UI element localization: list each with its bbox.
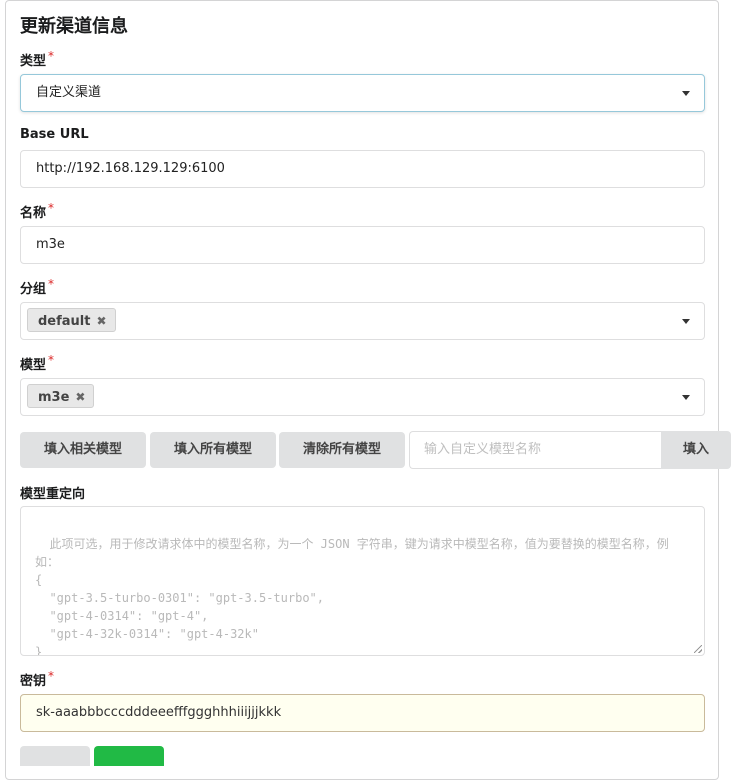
fill-custom-model-button[interactable]: 填入 xyxy=(661,431,731,469)
close-icon[interactable]: ✖ xyxy=(75,385,85,409)
key-input[interactable]: sk-aaabbbcccdddeeefffggghhhiiijjjkkk xyxy=(20,694,705,732)
required-mark: * xyxy=(48,353,55,367)
chevron-down-icon xyxy=(682,91,690,96)
type-select-value: 自定义渠道 xyxy=(36,85,102,100)
required-mark: * xyxy=(48,201,55,215)
group-multiselect[interactable]: default ✖ xyxy=(20,302,705,340)
base-url-input[interactable]: http://192.168.129.129:6100 xyxy=(20,150,705,188)
group-chip-label: default xyxy=(38,314,91,329)
close-icon[interactable]: ✖ xyxy=(96,309,106,333)
model-mapping-placeholder: 此项可选，用于修改请求体中的模型名称，为一个 JSON 字符串，键为请求中模型名… xyxy=(35,537,669,656)
type-label: 类型 * xyxy=(20,49,55,69)
base-url-label: Base URL xyxy=(20,127,89,142)
clear-all-models-button[interactable]: 清除所有模型 xyxy=(279,432,405,468)
key-label: 密钥 * xyxy=(20,669,55,689)
fill-related-models-button[interactable]: 填入相关模型 xyxy=(20,432,146,468)
fill-all-models-button[interactable]: 填入所有模型 xyxy=(150,432,276,468)
name-input[interactable]: m3e xyxy=(20,226,705,264)
custom-model-input[interactable]: 输入自定义模型名称 xyxy=(409,431,662,469)
cancel-button[interactable] xyxy=(20,746,90,766)
chevron-down-icon xyxy=(682,319,690,324)
group-label: 分组 * xyxy=(20,277,55,297)
model-chip[interactable]: m3e ✖ xyxy=(27,384,95,409)
model-mapping-textarea[interactable]: 此项可选，用于修改请求体中的模型名称，为一个 JSON 字符串，键为请求中模型名… xyxy=(20,506,705,656)
resize-handle-icon[interactable] xyxy=(694,645,702,653)
name-label: 名称 * xyxy=(20,201,55,221)
model-multiselect[interactable]: m3e ✖ xyxy=(20,378,705,416)
required-mark: * xyxy=(48,49,55,63)
required-mark: * xyxy=(48,277,55,291)
chevron-down-icon xyxy=(682,395,690,400)
type-select[interactable]: 自定义渠道 xyxy=(20,74,705,112)
model-label: 模型 * xyxy=(20,353,55,373)
required-mark: * xyxy=(48,669,55,683)
group-chip[interactable]: default ✖ xyxy=(27,308,116,332)
model-mapping-label: 模型重定向 xyxy=(20,487,86,502)
page-title: 更新渠道信息 xyxy=(20,16,128,37)
submit-button[interactable] xyxy=(94,746,164,766)
model-chip-label: m3e xyxy=(38,390,70,405)
